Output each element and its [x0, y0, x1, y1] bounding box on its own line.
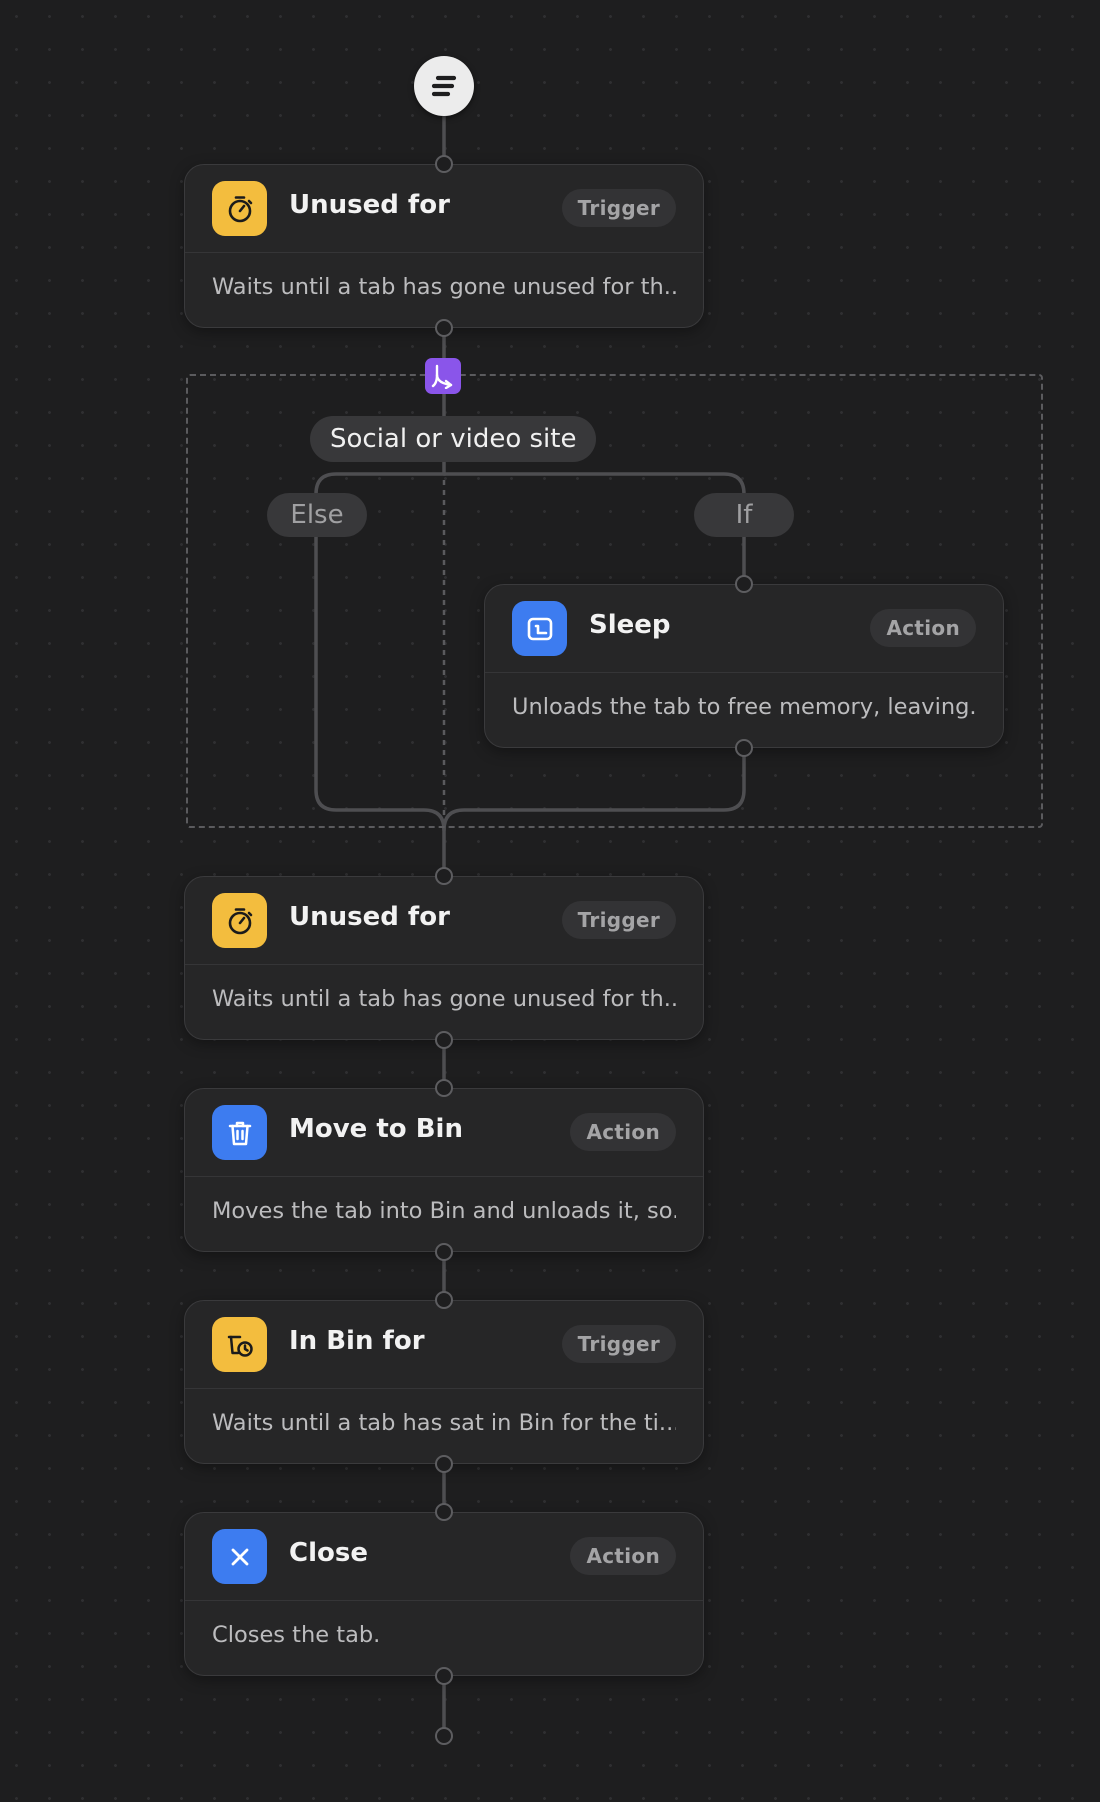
connection-port[interactable] [435, 155, 453, 173]
connection-port[interactable] [435, 1243, 453, 1261]
branch-icon[interactable] [425, 358, 461, 394]
if-branch-label[interactable]: If [694, 493, 794, 537]
step-close[interactable]: Close Action Closes the tab. [184, 1512, 704, 1676]
bin-clock-icon [212, 1317, 267, 1372]
step-header: Unused for Trigger [185, 877, 703, 965]
end-port[interactable] [435, 1727, 453, 1745]
step-description: Waits until a tab has gone unused for th… [212, 274, 676, 300]
workflow-canvas[interactable]: Unused for Trigger Waits until a tab has… [0, 0, 1100, 1802]
trash-icon [212, 1105, 267, 1160]
connection-port[interactable] [435, 1455, 453, 1473]
start-node[interactable] [414, 56, 474, 116]
connection-port[interactable] [735, 739, 753, 757]
step-type-badge: Action [570, 1537, 676, 1575]
close-icon [212, 1529, 267, 1584]
step-description: Waits until a tab has sat in Bin for the… [212, 1410, 676, 1436]
step-type-badge: Action [870, 609, 976, 647]
connection-port[interactable] [435, 1667, 453, 1685]
step-title: Unused for [289, 190, 450, 220]
step-description: Closes the tab. [212, 1622, 381, 1648]
step-title: Move to Bin [289, 1114, 463, 1144]
step-header: Sleep Action [485, 585, 1003, 673]
step-description: Waits until a tab has gone unused for th… [212, 986, 676, 1012]
stopwatch-icon [212, 181, 267, 236]
step-title: In Bin for [289, 1326, 425, 1356]
step-type-badge: Trigger [561, 901, 676, 939]
step-header: In Bin for Trigger [185, 1301, 703, 1389]
stopwatch-icon [212, 893, 267, 948]
step-title: Unused for [289, 902, 450, 932]
connection-port[interactable] [435, 1291, 453, 1309]
step-header: Unused for Trigger [185, 165, 703, 253]
step-header: Move to Bin Action [185, 1089, 703, 1177]
step-title: Close [289, 1538, 368, 1568]
connection-port[interactable] [735, 575, 753, 593]
step-in-bin-for[interactable]: In Bin for Trigger Waits until a tab has… [184, 1300, 704, 1464]
step-type-badge: Trigger [561, 189, 676, 227]
connection-port[interactable] [435, 319, 453, 337]
connection-port[interactable] [435, 867, 453, 885]
step-description: Unloads the tab to free memory, leaving.… [512, 694, 976, 720]
step-unused-for-1[interactable]: Unused for Trigger Waits until a tab has… [184, 164, 704, 328]
step-unused-for-2[interactable]: Unused for Trigger Waits until a tab has… [184, 876, 704, 1040]
step-type-badge: Action [570, 1113, 676, 1151]
sleep-icon [512, 601, 567, 656]
step-type-badge: Trigger [561, 1325, 676, 1363]
step-move-to-bin[interactable]: Move to Bin Action Moves the tab into Bi… [184, 1088, 704, 1252]
step-header: Close Action [185, 1513, 703, 1601]
connection-port[interactable] [435, 1079, 453, 1097]
step-sleep[interactable]: Sleep Action Unloads the tab to free mem… [484, 584, 1004, 748]
condition-label[interactable]: Social or video site [310, 416, 597, 462]
step-title: Sleep [589, 610, 671, 640]
connection-port[interactable] [435, 1031, 453, 1049]
flow-logo-icon [431, 75, 457, 97]
step-description: Moves the tab into Bin and unloads it, s… [212, 1198, 676, 1224]
else-branch-label[interactable]: Else [267, 493, 367, 537]
connection-port[interactable] [435, 1503, 453, 1521]
